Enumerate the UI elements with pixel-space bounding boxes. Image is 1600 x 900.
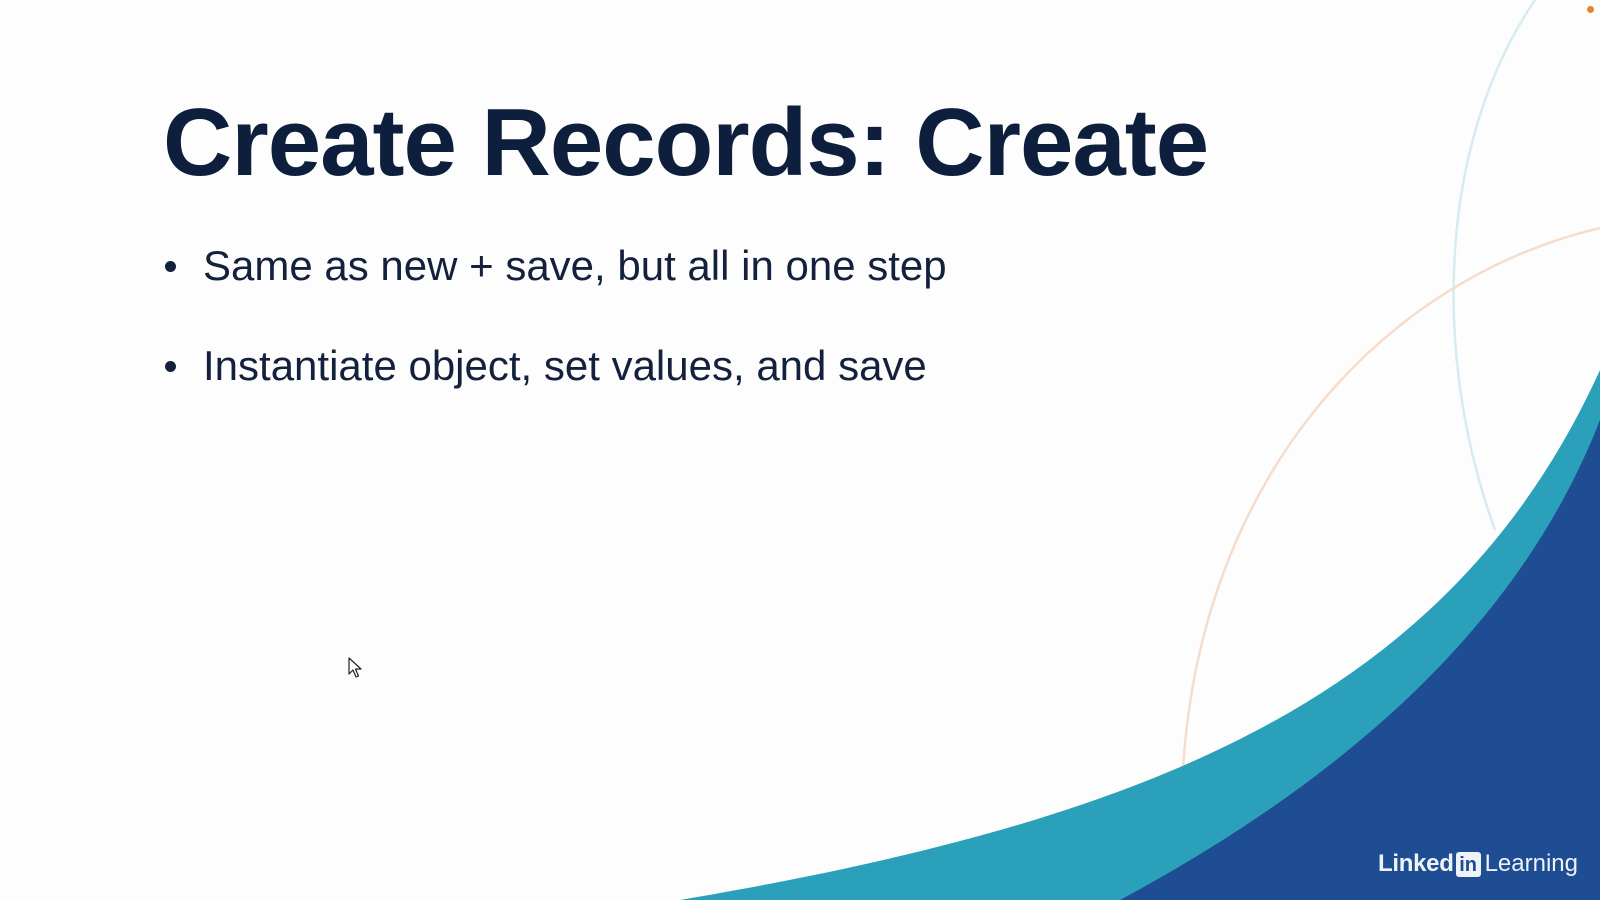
linkedin-learning-logo: Linked in Learning — [1378, 850, 1578, 878]
bullet-dot-icon — [165, 261, 176, 272]
bullet-item: Instantiate object, set values, and save — [163, 340, 947, 392]
bullet-item: Same as new + save, but all in one step — [163, 240, 947, 292]
bullet-text: Instantiate object, set values, and save — [203, 342, 927, 389]
mouse-pointer-icon — [348, 657, 362, 678]
bullet-text: Same as new + save, but all in one step — [203, 242, 947, 289]
presentation-slide: Create Records: Create Same as new + sav… — [0, 0, 1600, 900]
slide-title: Create Records: Create — [163, 89, 1209, 196]
brand-linked-text: Linked — [1378, 850, 1454, 877]
bullet-dot-icon — [165, 361, 176, 372]
bullet-list: Same as new + save, but all in one step … — [163, 240, 947, 440]
recording-indicator-icon — [1587, 6, 1594, 13]
brand-learning-text: Learning — [1484, 850, 1578, 877]
linkedin-in-icon: in — [1455, 851, 1481, 877]
